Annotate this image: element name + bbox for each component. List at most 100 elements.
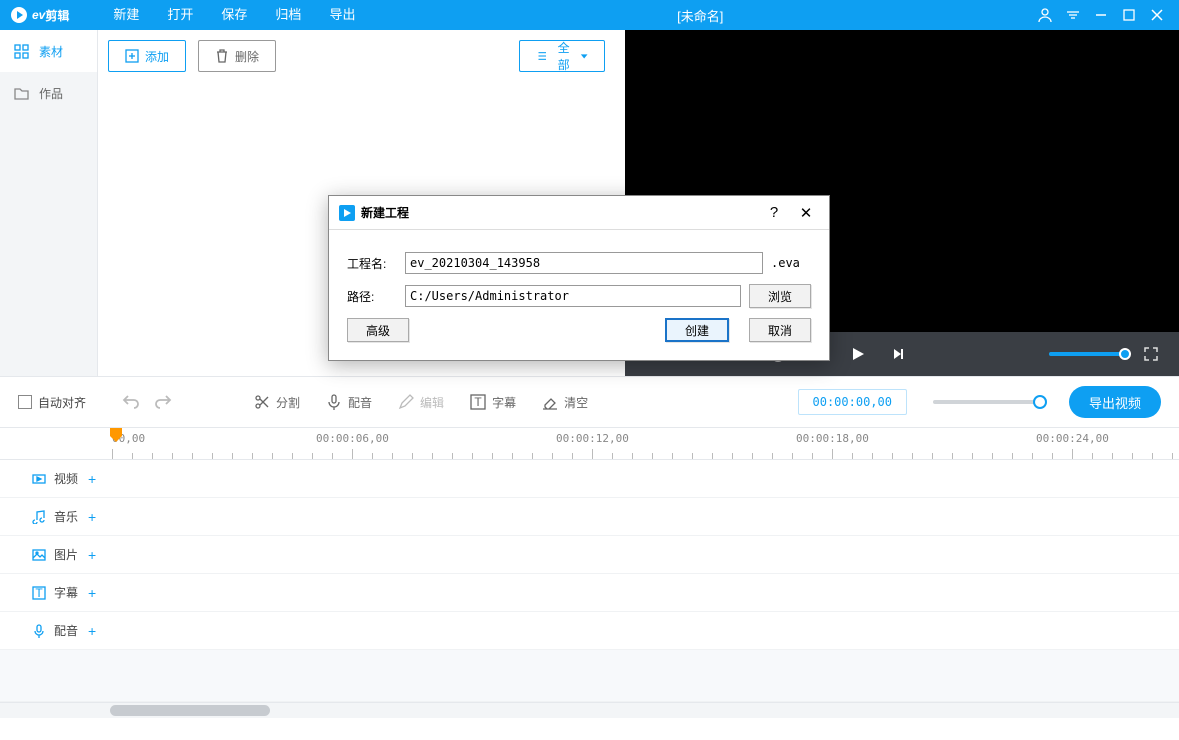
- add-music-track[interactable]: +: [88, 509, 96, 525]
- close-button[interactable]: [1143, 0, 1171, 30]
- eraser-icon: [542, 394, 558, 410]
- track-music-body[interactable]: [110, 498, 1179, 535]
- sidebar-item-works[interactable]: 作品: [0, 72, 97, 114]
- project-path-input[interactable]: [405, 285, 741, 307]
- timeline-toolbar: 自动对齐 分割 配音 编辑 T字幕 清空 00:00:00,00 导出视频: [0, 376, 1179, 428]
- subtitle-icon: T: [32, 586, 46, 600]
- svg-text:T: T: [35, 586, 43, 600]
- add-icon: [125, 49, 139, 63]
- extension-label: .eva: [771, 256, 811, 270]
- timeline-ruler[interactable]: 00,00 00:00:06,00 00:00:12,00 00:00:18,0…: [0, 428, 1179, 460]
- track-image-head[interactable]: 图片+: [0, 536, 110, 573]
- track-video-body[interactable]: [110, 460, 1179, 497]
- track-music: 音乐+: [0, 498, 1179, 536]
- mic-icon: [326, 394, 342, 410]
- clear-tool[interactable]: 清空: [542, 394, 588, 411]
- track-subtitle-body[interactable]: [110, 574, 1179, 611]
- minimize-button[interactable]: [1087, 0, 1115, 30]
- track-music-head[interactable]: 音乐+: [0, 498, 110, 535]
- pencil-icon: [398, 394, 414, 410]
- menu-open[interactable]: 打开: [153, 0, 207, 30]
- sidebar-material-label: 素材: [39, 43, 63, 60]
- dub-tool[interactable]: 配音: [326, 394, 372, 411]
- sidebar: 素材 作品: [0, 30, 98, 376]
- music-icon: [32, 510, 46, 524]
- video-icon: [32, 472, 46, 486]
- menu-new[interactable]: 新建: [99, 0, 153, 30]
- text-icon: T: [470, 394, 486, 410]
- menu-more-icon[interactable]: [1059, 0, 1087, 30]
- create-button[interactable]: 创建: [665, 318, 729, 342]
- checkbox-icon: [18, 395, 32, 409]
- cancel-button[interactable]: 取消: [749, 318, 811, 342]
- sidebar-item-material[interactable]: 素材: [0, 30, 97, 72]
- trash-icon: [215, 49, 229, 63]
- menu-archive[interactable]: 归档: [261, 0, 315, 30]
- app-logo: ev剪辑: [0, 6, 79, 24]
- undo-button[interactable]: [122, 392, 140, 413]
- folder-icon: [14, 86, 29, 101]
- sidebar-works-label: 作品: [39, 85, 63, 102]
- list-icon: [536, 49, 548, 63]
- add-video-track[interactable]: +: [88, 471, 96, 487]
- project-name-label: 工程名:: [347, 255, 397, 272]
- track-subtitle: T 字幕+: [0, 574, 1179, 612]
- track-video: 视频+: [0, 460, 1179, 498]
- edit-tool[interactable]: 编辑: [398, 394, 444, 411]
- timeline-empty: [0, 650, 1179, 702]
- track-video-head[interactable]: 视频+: [0, 460, 110, 497]
- window-controls: [1031, 0, 1179, 30]
- app-name: 剪辑: [45, 7, 69, 24]
- document-title: [未命名]: [369, 6, 1031, 25]
- timeline: 00,00 00:00:06,00 00:00:12,00 00:00:18,0…: [0, 428, 1179, 718]
- ruler-label-1: 00:00:06,00: [316, 432, 389, 445]
- delete-button[interactable]: 删除: [198, 40, 276, 72]
- timeline-scrollbar[interactable]: [0, 702, 1179, 718]
- fullscreen-button[interactable]: [1137, 340, 1165, 368]
- auto-align-checkbox[interactable]: 自动对齐: [18, 394, 86, 411]
- dialog-logo-icon: [339, 205, 355, 221]
- preview-zoom-slider[interactable]: [1049, 352, 1125, 356]
- track-subtitle-head[interactable]: T 字幕+: [0, 574, 110, 611]
- track-dub-body[interactable]: [110, 612, 1179, 649]
- add-button[interactable]: 添加: [108, 40, 186, 72]
- filter-all-dropdown[interactable]: 全部: [519, 40, 605, 72]
- dialog-title-text: 新建工程: [361, 204, 755, 221]
- scissors-icon: [254, 394, 270, 410]
- track-dub-head[interactable]: 配音+: [0, 612, 110, 649]
- track-dub: 配音+: [0, 612, 1179, 650]
- track-image: 图片+: [0, 536, 1179, 574]
- dialog-titlebar[interactable]: 新建工程 ? ✕: [329, 196, 829, 230]
- tracks-container: 视频+ 音乐+ 图片+ T 字幕+ 配音+: [0, 460, 1179, 702]
- main-menu: 新建 打开 保存 归档 导出: [99, 0, 369, 30]
- project-name-input[interactable]: [405, 252, 763, 274]
- chevron-down-icon: [580, 51, 588, 61]
- mic-track-icon: [32, 624, 46, 638]
- menu-save[interactable]: 保存: [207, 0, 261, 30]
- browse-button[interactable]: 浏览: [749, 284, 811, 308]
- play-button[interactable]: [844, 340, 872, 368]
- subtitle-tool[interactable]: T字幕: [470, 394, 516, 411]
- add-subtitle-track[interactable]: +: [88, 585, 96, 601]
- next-frame-button[interactable]: [884, 340, 912, 368]
- dialog-help-button[interactable]: ?: [761, 200, 787, 226]
- menu-export[interactable]: 导出: [315, 0, 369, 30]
- redo-button[interactable]: [154, 392, 172, 413]
- dialog-close-button[interactable]: ✕: [793, 200, 819, 226]
- new-project-dialog: 新建工程 ? ✕ 工程名: .eva 路径: 浏览 高级 创建 取消: [328, 195, 830, 361]
- timeline-zoom-slider[interactable]: [933, 400, 1043, 404]
- project-path-label: 路径:: [347, 288, 397, 305]
- user-icon[interactable]: [1031, 0, 1059, 30]
- add-image-track[interactable]: +: [88, 547, 96, 563]
- add-dub-track[interactable]: +: [88, 623, 96, 639]
- export-video-button[interactable]: 导出视频: [1069, 386, 1161, 418]
- maximize-button[interactable]: [1115, 0, 1143, 30]
- image-icon: [32, 548, 46, 562]
- track-image-body[interactable]: [110, 536, 1179, 573]
- play-logo-icon: [10, 6, 28, 24]
- split-tool[interactable]: 分割: [254, 394, 300, 411]
- advanced-button[interactable]: 高级: [347, 318, 409, 342]
- title-bar: ev剪辑 新建 打开 保存 归档 导出 [未命名]: [0, 0, 1179, 30]
- grid-icon: [14, 44, 29, 59]
- ruler-label-2: 00:00:12,00: [556, 432, 629, 445]
